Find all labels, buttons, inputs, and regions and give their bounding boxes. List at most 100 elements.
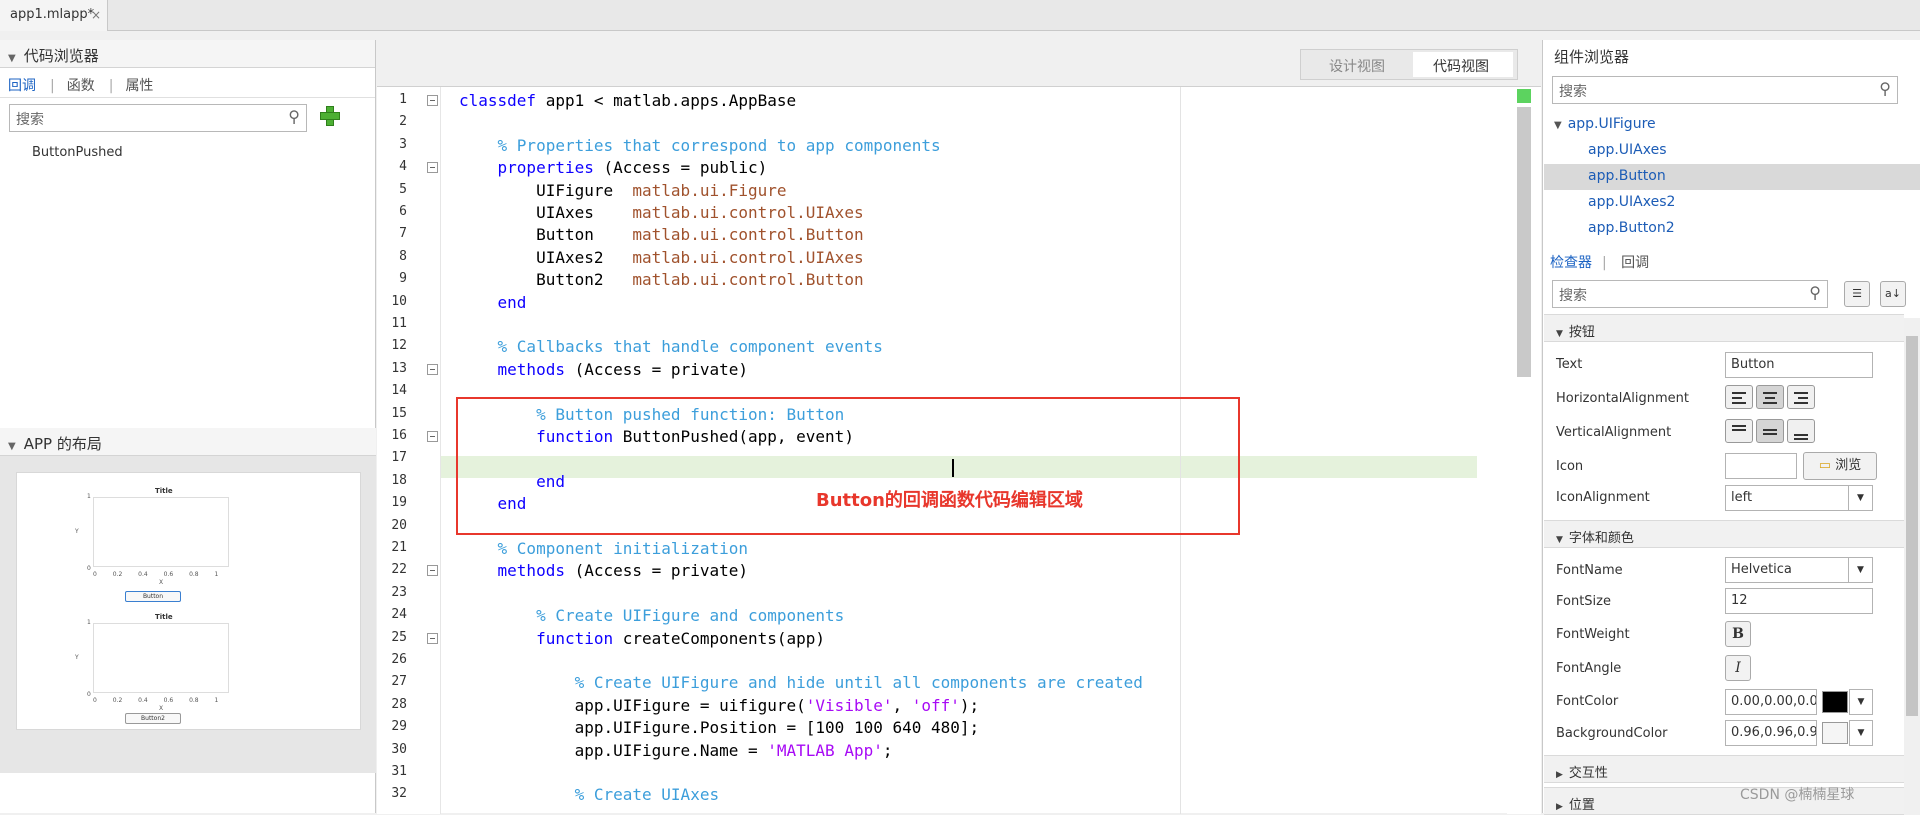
valign-middle-icon[interactable] [1756, 419, 1784, 443]
tab-callbacks[interactable]: 回调 [1621, 255, 1649, 271]
italic-button[interactable]: I [1725, 655, 1751, 681]
prop-fontsize-input[interactable]: 12 [1725, 588, 1873, 614]
tab-functions[interactable]: 函数 [67, 78, 95, 94]
search-icon: ⚲ [1809, 283, 1821, 302]
align-left-icon[interactable] [1725, 385, 1753, 409]
app-layout-preview[interactable]: Title 1 0 Y X 0 0.2 0.4 0.6 0.8 1 Button… [16, 472, 361, 730]
line-number: 16 [391, 428, 407, 443]
fold-toggle-icon[interactable] [427, 565, 438, 577]
tab-inspector[interactable]: 检查器 [1550, 255, 1592, 271]
scroll-thumb[interactable] [1517, 107, 1531, 377]
view-toggle: 设计视图 代码视图 [1300, 49, 1518, 80]
file-tab-label: app1.mlapp* [10, 7, 95, 22]
line-number: 25 [391, 629, 407, 645]
scroll-thumb[interactable] [1906, 336, 1918, 716]
browse-button[interactable]: ▭ 浏览 [1803, 452, 1877, 480]
line-number: 30 [391, 741, 407, 757]
valign-top-icon[interactable] [1725, 419, 1753, 443]
fold-toggle-icon[interactable] [427, 632, 438, 644]
section-button[interactable]: ▼ 按钮 [1544, 314, 1904, 342]
prop-iconalign-select[interactable]: left [1725, 485, 1849, 511]
bold-button[interactable]: B [1725, 621, 1751, 647]
code-line[interactable]: Button matlab.ui.control.Button [459, 225, 864, 244]
tree-item-uiaxes[interactable]: app.UIAxes [1544, 138, 1920, 164]
code-line[interactable]: UIAxes2 matlab.ui.control.UIAxes [459, 248, 864, 267]
prop-bgcolor-input[interactable]: 0.96,0.96,0.9 [1725, 720, 1817, 746]
tree-item-button2[interactable]: app.Button2 [1544, 216, 1920, 242]
valign-bottom-icon[interactable] [1787, 419, 1815, 443]
code-line[interactable]: classdef app1 < matlab.apps.AppBase [459, 91, 796, 110]
inspector-search-input[interactable]: 搜索 ⚲ [1552, 280, 1828, 308]
code-browser-header[interactable]: ▼ 代码浏览器 [0, 40, 375, 68]
expand-triangle-icon[interactable]: ▼ [1554, 120, 1562, 131]
code-line[interactable]: % Callbacks that handle component events [459, 337, 883, 356]
prop-fontcolor-input[interactable]: 0.00,0.00,0.0 [1725, 689, 1817, 715]
design-view-button[interactable]: 设计视图 [1329, 56, 1385, 76]
code-line[interactable]: % Create UIAxes [459, 785, 720, 804]
chevron-down-icon[interactable]: ▼ [1849, 689, 1873, 715]
app-layout-header[interactable]: ▼ APP 的布局 [0, 428, 376, 456]
section-interactivity[interactable]: ▶ 交互性 [1544, 755, 1904, 783]
code-line[interactable]: app.UIFigure.Name = 'MATLAB App'; [459, 741, 893, 760]
code-browser-title: 代码浏览器 [23, 47, 99, 65]
expand-triangle-icon: ▶ [1556, 770, 1563, 780]
inspector-scrollbar[interactable] [1904, 318, 1920, 813]
callback-item[interactable]: ButtonPushed [0, 138, 375, 160]
watermark: CSDN @楠楠星球 [1740, 787, 1855, 803]
prop-fontname-select[interactable]: Helvetica [1725, 557, 1849, 583]
document-tab-bar: app1.mlapp* × [0, 0, 1920, 31]
code-line[interactable]: methods (Access = private) [459, 360, 748, 379]
editor-scrollbar[interactable] [1507, 87, 1541, 814]
tab-callbacks[interactable]: 回调 [8, 78, 36, 94]
code-line[interactable]: end [459, 293, 527, 312]
tree-item-uifigure[interactable]: ▼ app.UIFigure [1544, 112, 1920, 138]
chevron-down-icon[interactable]: ▼ [1849, 720, 1873, 746]
background-color-swatch[interactable] [1822, 722, 1848, 744]
close-tab-icon[interactable]: × [91, 8, 101, 22]
code-line[interactable]: Button2 matlab.ui.control.Button [459, 270, 864, 289]
font-color-swatch[interactable] [1822, 691, 1848, 713]
preview-axes-1 [93, 497, 229, 567]
code-line[interactable]: properties (Access = public) [459, 158, 768, 177]
code-line[interactable]: % Create UIFigure and hide until all com… [459, 673, 1143, 692]
code-line[interactable]: UIAxes matlab.ui.control.UIAxes [459, 203, 864, 222]
code-line[interactable]: app.UIFigure.Position = [100 100 640 480… [459, 718, 980, 737]
code-view-button[interactable]: 代码视图 [1413, 52, 1513, 77]
line-number: 14 [391, 383, 407, 399]
preview-axes-2 [93, 623, 229, 693]
fold-toggle-icon[interactable] [427, 95, 438, 106]
search-placeholder: 搜索 [16, 112, 44, 128]
prop-iconalign-label: IconAlignment [1556, 490, 1650, 505]
prop-icon-label: Icon [1556, 459, 1584, 474]
fold-toggle-icon[interactable] [427, 162, 438, 174]
prop-icon-input[interactable] [1725, 453, 1797, 479]
code-line[interactable]: methods (Access = private) [459, 561, 748, 580]
sort-az-icon[interactable]: a↓ [1880, 281, 1906, 307]
group-view-icon[interactable]: ☰ [1844, 281, 1870, 307]
code-line[interactable]: UIFigure matlab.ui.Figure [459, 181, 786, 200]
collapse-triangle-icon[interactable]: ▼ [8, 441, 16, 452]
code-line[interactable]: function createComponents(app) [459, 629, 825, 648]
align-center-icon[interactable] [1756, 385, 1784, 409]
code-line[interactable]: app.UIFigure = uifigure('Visible', 'off'… [459, 696, 980, 715]
search-placeholder: 搜索 [1559, 288, 1587, 304]
collapse-triangle-icon[interactable]: ▼ [8, 53, 16, 64]
tab-properties[interactable]: 属性 [125, 78, 153, 94]
component-search-input[interactable]: 搜索 ⚲ [1552, 76, 1898, 104]
file-tab[interactable]: app1.mlapp* × [0, 0, 108, 31]
align-right-icon[interactable] [1787, 385, 1815, 409]
add-callback-plus-icon[interactable] [318, 104, 340, 126]
code-line[interactable]: % Properties that correspond to app comp… [459, 136, 941, 155]
tree-item-uiaxes2[interactable]: app.UIAxes2 [1544, 190, 1920, 216]
prop-text-label: Text [1556, 357, 1583, 372]
code-browser-search-input[interactable]: 搜索 ⚲ [9, 104, 307, 132]
fold-toggle-icon[interactable] [427, 363, 438, 375]
chevron-down-icon[interactable]: ▼ [1849, 485, 1873, 511]
chevron-down-icon[interactable]: ▼ [1849, 557, 1873, 583]
tree-item-button[interactable]: app.Button [1544, 164, 1920, 190]
prop-text-input[interactable]: Button [1725, 352, 1873, 378]
code-line[interactable]: % Component initialization [459, 539, 748, 558]
code-line[interactable]: % Create UIFigure and components [459, 606, 844, 625]
fold-toggle-icon[interactable] [427, 431, 438, 442]
section-font-color[interactable]: ▼ 字体和颜色 [1544, 520, 1904, 548]
